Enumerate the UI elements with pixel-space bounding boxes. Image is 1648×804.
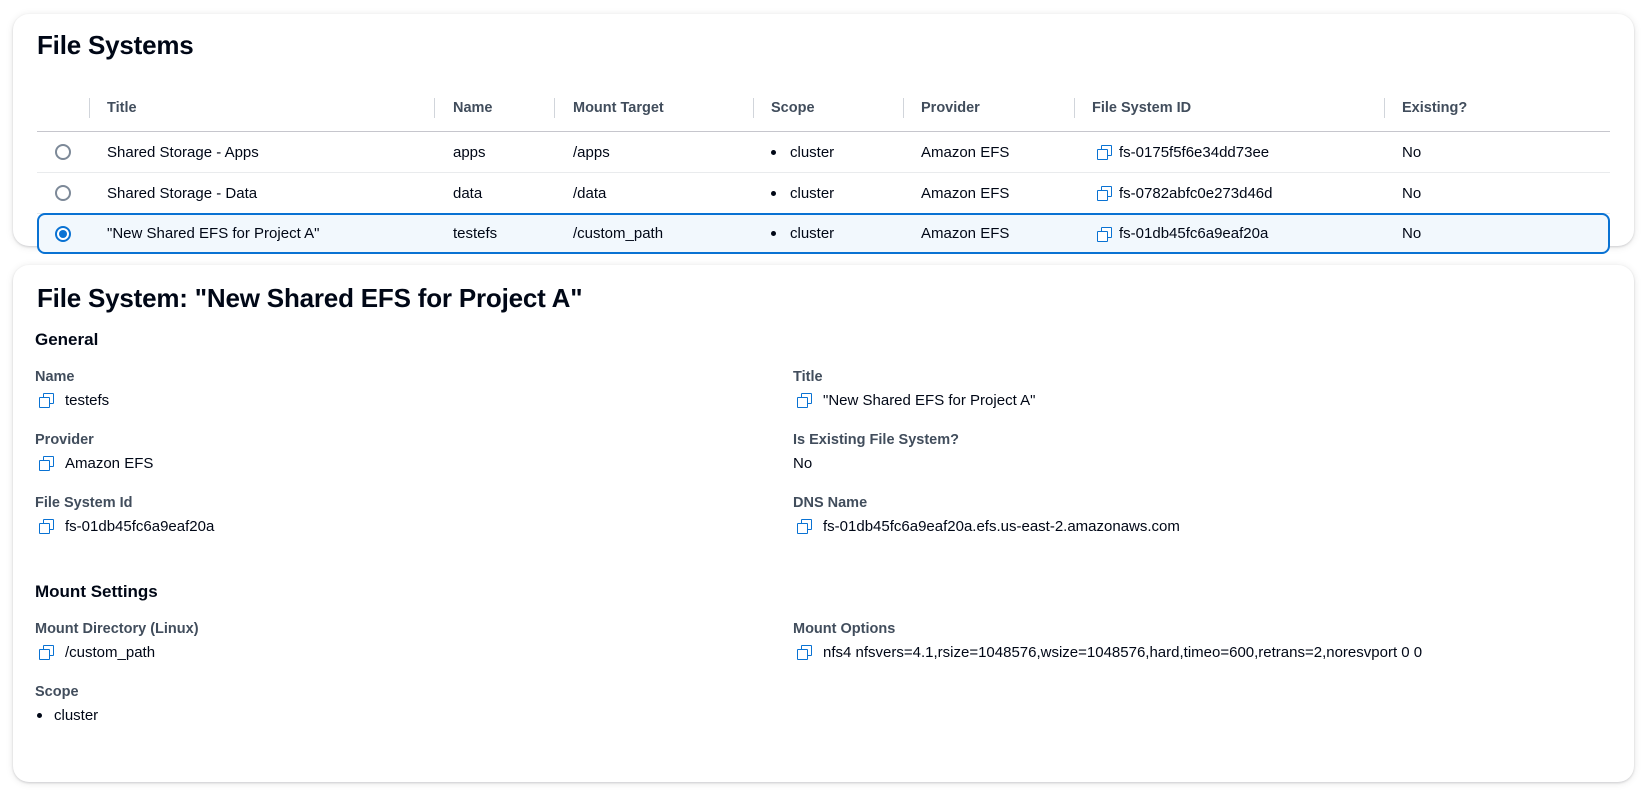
provider-value: Amazon EFS — [65, 454, 154, 472]
cell-file-system-id: fs-0175f5f6e34dd73ee — [1097, 132, 1269, 172]
mount-settings-heading: Mount Settings — [35, 582, 158, 601]
file-system-id-value: fs-01db45fc6a9eaf20a — [65, 517, 215, 535]
table-row[interactable]: Shared Storage - Data data /data cluster… — [37, 173, 1610, 214]
copy-icon[interactable] — [1097, 226, 1112, 242]
dns-name-value: fs-01db45fc6a9eaf20a.efs.us-east-2.amazo… — [823, 517, 1180, 535]
column-separator[interactable] — [554, 98, 555, 118]
table-header: Title Name Mount Target Scope Provider F… — [37, 84, 1610, 132]
copy-icon[interactable] — [1097, 145, 1112, 160]
cell-scope: cluster — [771, 132, 834, 172]
cell-title: "New Shared EFS for Project A" — [107, 225, 320, 242]
scope-field: Scope cluster — [35, 682, 98, 725]
dns-name-field: DNS Name fs-01db45fc6a9eaf20a.efs.us-eas… — [793, 493, 1180, 536]
cell-name: testefs — [453, 225, 498, 242]
cell-existing: No — [1402, 143, 1422, 161]
scope-value: cluster — [790, 225, 835, 242]
cell-provider: Amazon EFS — [921, 225, 1010, 242]
mount-options-label: Mount Options — [793, 621, 896, 637]
column-header-provider[interactable]: Provider — [921, 84, 980, 132]
cell-name: apps — [453, 143, 486, 161]
file-system-id-value: fs-01db45fc6a9eaf20a — [1119, 225, 1269, 242]
existing-label: Is Existing File System? — [793, 432, 959, 448]
column-header-existing[interactable]: Existing? — [1402, 84, 1467, 132]
column-header-scope[interactable]: Scope — [771, 84, 815, 132]
cell-scope: cluster — [771, 215, 834, 252]
column-separator[interactable] — [753, 98, 754, 118]
existing-field: Is Existing File System? No — [793, 430, 959, 473]
provider-field: Provider Amazon EFS — [35, 430, 153, 473]
detail-title: File System: "New Shared EFS for Project… — [37, 283, 583, 313]
column-separator[interactable] — [89, 98, 90, 118]
general-heading: General — [35, 330, 99, 349]
existing-value: No — [793, 454, 813, 472]
title-field: Title "New Shared EFS for Project A" — [793, 367, 1035, 410]
scope-label: Scope — [35, 684, 79, 700]
copy-icon[interactable] — [1097, 186, 1112, 201]
file-systems-panel: File Systems Title Name Mount Target Sco… — [13, 14, 1634, 254]
file-system-id-label: File System Id — [35, 495, 133, 511]
copy-icon[interactable] — [39, 456, 54, 471]
mount-options-field: Mount Options nfs4 nfsvers=4.1,rsize=104… — [793, 619, 1422, 662]
column-separator[interactable] — [1074, 98, 1075, 118]
cell-provider: Amazon EFS — [921, 143, 1010, 161]
mount-directory-label: Mount Directory (Linux) — [35, 621, 199, 637]
column-separator[interactable] — [1384, 98, 1385, 118]
mount-directory-field: Mount Directory (Linux) /custom_path — [35, 619, 199, 662]
copy-icon[interactable] — [39, 519, 54, 534]
row-radio-button[interactable] — [55, 185, 71, 201]
copy-icon[interactable] — [39, 393, 54, 408]
cell-title: Shared Storage - Data — [107, 184, 258, 202]
bullet-icon — [37, 712, 42, 718]
column-header-name[interactable]: Name — [453, 84, 493, 132]
cell-mount-target: /data — [573, 184, 607, 202]
cell-title: Shared Storage - Apps — [107, 143, 259, 161]
cell-name: data — [453, 184, 483, 202]
cell-file-system-id: fs-0782abfc0e273d46d — [1097, 173, 1272, 213]
table-row-selected[interactable]: "New Shared EFS for Project A" testefs /… — [37, 213, 1610, 254]
dns-name-label: DNS Name — [793, 495, 868, 511]
scope-value: cluster — [790, 184, 835, 202]
name-field: Name testefs — [35, 367, 109, 410]
provider-label: Provider — [35, 432, 94, 448]
column-header-title[interactable]: Title — [107, 84, 137, 132]
cell-existing: No — [1402, 184, 1422, 202]
copy-icon[interactable] — [797, 645, 812, 660]
column-separator[interactable] — [903, 98, 904, 118]
mount-options-value: nfs4 nfsvers=4.1,rsize=1048576,wsize=104… — [823, 643, 1423, 661]
copy-icon[interactable] — [797, 393, 812, 408]
bullet-icon — [771, 190, 776, 196]
copy-icon[interactable] — [39, 645, 54, 660]
title-value: "New Shared EFS for Project A" — [823, 391, 1036, 409]
table-row[interactable]: Shared Storage - Apps apps /apps cluster… — [37, 132, 1610, 173]
file-systems-table: Title Name Mount Target Scope Provider F… — [37, 84, 1610, 254]
scope-value: cluster — [54, 706, 99, 724]
file-system-detail-panel: File System: "New Shared EFS for Project… — [13, 265, 1634, 782]
file-system-id-value: fs-0782abfc0e273d46d — [1119, 184, 1273, 202]
column-header-file-system-id[interactable]: File System ID — [1092, 84, 1191, 132]
column-separator[interactable] — [434, 98, 435, 118]
bullet-icon — [771, 149, 776, 155]
file-system-id-field: File System Id fs-01db45fc6a9eaf20a — [35, 493, 214, 536]
row-radio-button[interactable] — [55, 144, 71, 160]
mount-directory-value: /custom_path — [65, 643, 156, 661]
cell-provider: Amazon EFS — [921, 184, 1010, 202]
copy-icon[interactable] — [797, 519, 812, 534]
cell-mount-target: /custom_path — [573, 225, 664, 242]
panel-title: File Systems — [37, 30, 194, 60]
file-system-id-value: fs-0175f5f6e34dd73ee — [1119, 143, 1270, 161]
cell-scope: cluster — [771, 173, 834, 213]
cell-mount-target: /apps — [573, 143, 610, 161]
column-header-mount-target[interactable]: Mount Target — [573, 84, 664, 132]
bullet-icon — [771, 231, 776, 236]
name-label: Name — [35, 369, 75, 385]
cell-existing: No — [1402, 225, 1422, 242]
cell-file-system-id: fs-01db45fc6a9eaf20a — [1097, 215, 1268, 252]
scope-value: cluster — [790, 143, 835, 161]
title-label: Title — [793, 369, 823, 385]
name-value: testefs — [65, 391, 110, 409]
row-radio-button-checked[interactable] — [55, 225, 71, 242]
